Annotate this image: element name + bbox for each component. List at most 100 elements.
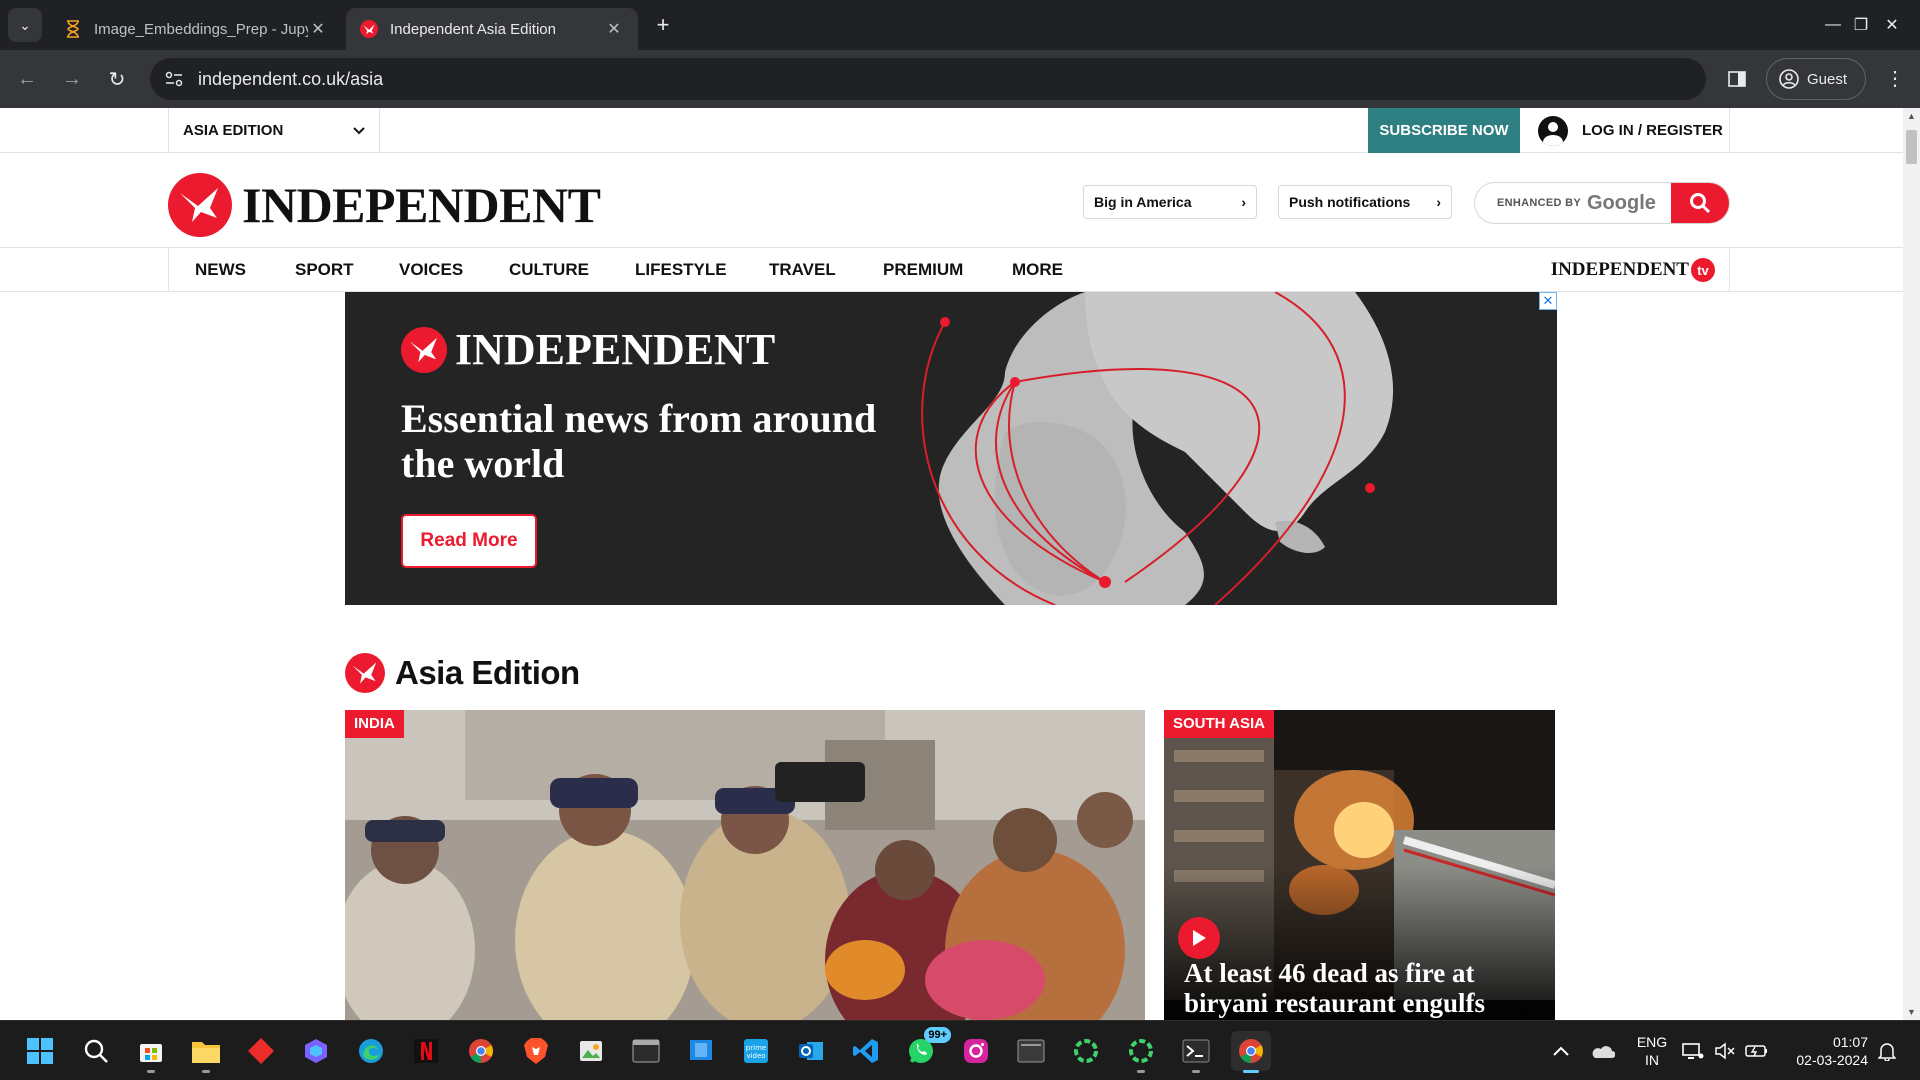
battery-icon[interactable] xyxy=(1740,1031,1774,1071)
nav-premium[interactable]: PREMIUM xyxy=(883,248,963,292)
read-more-button[interactable]: Read More xyxy=(401,514,537,568)
tab-search-button[interactable]: ⌄ xyxy=(8,8,42,42)
app-red-diamond-icon[interactable] xyxy=(241,1031,281,1071)
chrome-icon[interactable] xyxy=(461,1031,501,1071)
nav-more[interactable]: MORE xyxy=(1012,248,1063,292)
section-heading: Asia Edition xyxy=(345,653,580,693)
windows-taskbar: prime video 99+ ENG IN 01:07 02-03-2024 xyxy=(0,1020,1920,1080)
category-tag[interactable]: SOUTH ASIA xyxy=(1164,710,1274,738)
close-tab-icon[interactable]: ✕ xyxy=(604,19,624,39)
language-indicator[interactable]: ENG IN xyxy=(1634,1033,1670,1069)
big-in-america-link[interactable]: Big in America › xyxy=(1083,185,1257,219)
nav-lifestyle[interactable]: LIFESTYLE xyxy=(635,248,727,292)
terminal-icon[interactable] xyxy=(626,1031,666,1071)
profile-button[interactable]: Guest xyxy=(1766,58,1866,100)
nav-news[interactable]: NEWS xyxy=(195,248,246,292)
brave-icon[interactable] xyxy=(516,1031,556,1071)
independent-eagle-icon xyxy=(168,173,232,237)
profile-label: Guest xyxy=(1807,70,1848,88)
new-tab-button[interactable]: + xyxy=(650,12,676,38)
category-tag[interactable]: INDIA xyxy=(345,710,404,738)
main-navigation: NEWS SPORT VOICES CULTURE LIFESTYLE TRAV… xyxy=(0,248,1903,292)
tab-jupyter[interactable]: Image_Embeddings_Prep - Jupyt ✕ xyxy=(50,8,342,50)
search-enhanced-label: ENHANCED BY xyxy=(1497,197,1581,209)
prime-video-icon[interactable]: prime video xyxy=(736,1031,776,1071)
big-in-america-label: Big in America xyxy=(1094,194,1192,210)
article-card-india[interactable]: INDIA xyxy=(345,710,1145,1020)
article-headline[interactable]: At least 46 dead as fire at biryani rest… xyxy=(1184,958,1544,1018)
vscode-icon[interactable] xyxy=(846,1031,886,1071)
search-icon[interactable] xyxy=(76,1031,116,1071)
site-info-icon[interactable] xyxy=(154,58,194,100)
running-indicator xyxy=(147,1070,155,1073)
blue-app-icon[interactable] xyxy=(681,1031,721,1071)
chevron-right-icon: › xyxy=(1436,194,1441,210)
svg-text:video: video xyxy=(746,1052,765,1060)
store-icon[interactable] xyxy=(131,1031,171,1073)
tab-title: Image_Embeddings_Prep - Jupyt xyxy=(94,20,308,38)
loader-app-icon-2[interactable] xyxy=(1121,1031,1161,1073)
login-label: LOG IN / REGISTER xyxy=(1582,122,1723,139)
independent-tv-link[interactable]: INDEPENDENT tv xyxy=(1551,258,1715,282)
notification-bell-icon[interactable] xyxy=(1872,1031,1902,1071)
forward-icon[interactable]: → xyxy=(55,62,89,96)
tv-logo-text: INDEPENDENT xyxy=(1550,259,1689,280)
back-icon[interactable]: ← xyxy=(10,62,44,96)
network-icon[interactable] xyxy=(1676,1031,1710,1071)
photo-viewer-icon[interactable] xyxy=(571,1031,611,1071)
nav-voices[interactable]: VOICES xyxy=(399,248,463,292)
start-icon[interactable] xyxy=(20,1031,60,1071)
svg-text:prime: prime xyxy=(746,1044,766,1052)
copilot-icon[interactable] xyxy=(296,1031,336,1071)
netflix-icon[interactable] xyxy=(406,1031,446,1071)
page-scrollbar[interactable]: ▲ ▼ xyxy=(1903,108,1920,1020)
powershell-icon[interactable] xyxy=(1176,1031,1216,1073)
loader-app-icon[interactable] xyxy=(1066,1031,1106,1071)
edition-selector[interactable]: ASIA EDITION xyxy=(168,108,380,153)
close-tab-icon[interactable]: ✕ xyxy=(308,19,328,39)
chevron-up-icon[interactable] xyxy=(1541,1031,1581,1071)
scroll-up-icon[interactable]: ▲ xyxy=(1903,108,1920,124)
scroll-down-icon[interactable]: ▼ xyxy=(1903,1004,1920,1020)
nav-travel[interactable]: TRAVEL xyxy=(769,248,836,292)
search-button[interactable] xyxy=(1671,183,1729,223)
site-logo[interactable]: INDEPENDENT xyxy=(168,173,601,237)
instagram-icon[interactable] xyxy=(956,1031,996,1071)
outlook-icon[interactable] xyxy=(791,1031,831,1071)
play-video-icon[interactable] xyxy=(1178,917,1220,959)
subscribe-button[interactable]: SUBSCRIBE NOW xyxy=(1368,108,1520,153)
system-clock[interactable]: 01:07 02-03-2024 xyxy=(1782,1033,1868,1069)
chrome-active-icon[interactable] xyxy=(1231,1031,1271,1073)
clock-time: 01:07 xyxy=(1832,1034,1868,1050)
reload-icon[interactable]: ↻ xyxy=(100,62,134,96)
edition-label: ASIA EDITION xyxy=(183,122,284,139)
nav-sport[interactable]: SPORT xyxy=(295,248,354,292)
search-icon xyxy=(1690,193,1711,214)
ad-logo: INDEPENDENT xyxy=(401,324,775,375)
close-window-icon[interactable]: ✕ xyxy=(1864,0,1920,50)
more-menu-icon[interactable]: ⋮ xyxy=(1880,64,1910,94)
language-code: ENG xyxy=(1636,1034,1668,1050)
independent-eagle-icon xyxy=(401,326,447,373)
site-search-input[interactable]: ENHANCED BY Google xyxy=(1474,182,1730,224)
onedrive-icon[interactable] xyxy=(1582,1031,1622,1071)
address-bar[interactable]: independent.co.uk/asia xyxy=(150,58,1706,100)
notification-badge: 99+ xyxy=(924,1027,951,1043)
volume-muted-icon[interactable] xyxy=(1708,1031,1742,1071)
nav-culture[interactable]: CULTURE xyxy=(509,248,589,292)
side-panel-icon[interactable] xyxy=(1722,64,1752,94)
push-notifications-label: Push notifications xyxy=(1289,194,1411,210)
ad-close-icon[interactable]: ✕ xyxy=(1539,292,1557,310)
article-card-south-asia[interactable]: SOUTH ASIA At least 46 dead as fire at b… xyxy=(1164,710,1555,1020)
edge-icon[interactable] xyxy=(351,1031,391,1071)
tab-independent[interactable]: Independent Asia Edition ✕ xyxy=(346,8,638,50)
login-register-button[interactable]: LOG IN / REGISTER xyxy=(1520,108,1730,153)
ad-logo-wordmark: INDEPENDENT xyxy=(455,325,776,374)
ad-banner[interactable]: INDEPENDENT Essential news from around t… xyxy=(345,292,1557,605)
ad-headline: Essential news from around the world xyxy=(401,396,877,486)
window-app-icon[interactable] xyxy=(1011,1031,1051,1071)
push-notifications-link[interactable]: Push notifications › xyxy=(1278,185,1452,219)
whatsapp-icon[interactable]: 99+ xyxy=(901,1027,951,1071)
file-explorer-icon[interactable] xyxy=(186,1031,226,1073)
scrollbar-thumb[interactable] xyxy=(1906,130,1917,164)
